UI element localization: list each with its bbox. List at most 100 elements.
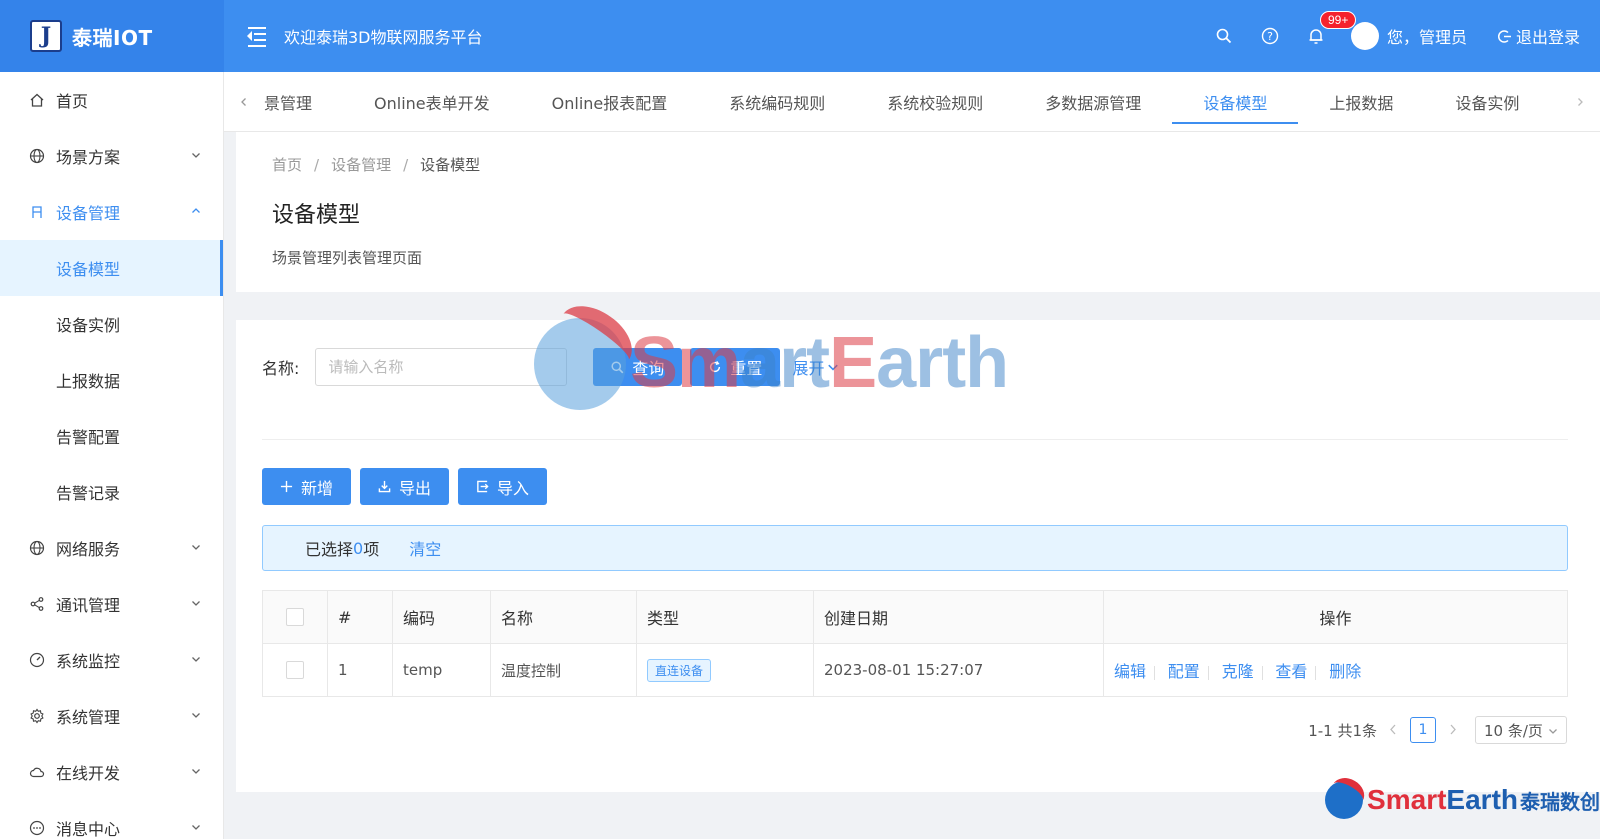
sidebar-item-label: 系统监控 — [56, 652, 121, 671]
sidebar-item-sysmgmt[interactable]: 系统管理 — [0, 688, 223, 744]
name-search-input[interactable] — [315, 348, 568, 386]
chevron-down-icon — [192, 657, 200, 662]
notification-bell-icon[interactable]: 99+ — [1293, 0, 1357, 72]
sidebar-item-message[interactable]: 消息中心 — [0, 800, 223, 839]
import-label: 导入 — [497, 478, 530, 498]
cell-date: 2023-08-01 15:27:07 — [813, 643, 1104, 697]
sidebar-sub-report-data[interactable]: 上报数据 — [0, 352, 223, 408]
tab-online-report[interactable]: Online报表配置 — [521, 72, 699, 132]
select-all-checkbox[interactable] — [286, 608, 304, 626]
breadcrumb: 首页 / 设备管理 / 设备模型 — [272, 154, 1600, 175]
selection-prefix: 已选择 — [305, 540, 354, 559]
sidebar-item-online-dev[interactable]: 在线开发 — [0, 744, 223, 800]
sidebar-item-monitor[interactable]: 系统监控 — [0, 632, 223, 688]
sidebar: 首页 场景方案 设备管理 设备模型 设备实例 上报数据 告警配置 告警记录 网络… — [0, 72, 224, 839]
chevron-down-icon — [192, 601, 200, 606]
dashboard-icon — [28, 651, 46, 669]
avatar[interactable] — [1350, 22, 1379, 50]
app-logo[interactable]: J 泰瑞IOT — [0, 0, 224, 72]
page-size-value: 10 条/页 — [1484, 721, 1543, 740]
page-size-select[interactable]: 10 条/页 — [1475, 716, 1567, 744]
chevron-up-icon — [192, 208, 200, 213]
page-item-current[interactable]: 1 — [1410, 717, 1436, 743]
tab-scene-mgmt[interactable]: 景管理 — [264, 72, 343, 132]
col-code: 编码 — [392, 590, 491, 644]
sidebar-item-device-mgmt[interactable]: 设备管理 — [0, 184, 223, 240]
sidebar-sub-device-instance[interactable]: 设备实例 — [0, 296, 223, 352]
welcome-text: 欢迎泰瑞3D物联网服务平台 — [284, 28, 483, 47]
menu-fold-icon[interactable] — [244, 24, 268, 48]
sidebar-sub-alarm-config[interactable]: 告警配置 — [0, 408, 223, 464]
view-link[interactable]: 查看 — [1275, 662, 1307, 681]
clone-link[interactable]: 克隆 — [1222, 662, 1254, 681]
sidebar-item-label: 首页 — [56, 92, 89, 111]
add-button[interactable]: 新增 — [262, 468, 352, 505]
breadcrumb-device-mgmt[interactable]: 设备管理 — [331, 154, 391, 175]
sidebar-sub-device-model[interactable]: 设备模型 — [0, 240, 223, 296]
tab-device-model[interactable]: 设备模型 — [1172, 72, 1299, 132]
breadcrumb-current: 设备模型 — [420, 156, 481, 174]
page-title: 设备模型 — [272, 203, 361, 228]
sidebar-item-label: 场景方案 — [56, 148, 121, 167]
tab-sys-code-rule[interactable]: 系统编码规则 — [698, 72, 856, 132]
help-icon[interactable]: ? — [1247, 0, 1293, 72]
query-label: 查询 — [632, 359, 665, 378]
row-checkbox[interactable] — [286, 661, 304, 679]
prev-page-icon[interactable] — [1389, 721, 1398, 739]
table-row: 1 temp 温度控制 直连设备 2023-08-01 15:27:07 编辑 … — [262, 643, 1568, 697]
config-link[interactable]: 配置 — [1168, 662, 1200, 681]
cell-index: 1 — [327, 643, 393, 697]
sidebar-item-home[interactable]: 首页 — [0, 72, 223, 128]
tab-scroll-left-icon[interactable] — [224, 72, 264, 132]
tab-online-form[interactable]: Online表单开发 — [343, 72, 521, 132]
sidebar-item-network[interactable]: 网络服务 — [0, 520, 223, 576]
cell-ops: 编辑 配置 克隆 查看 删除 — [1103, 643, 1568, 697]
device-icon — [28, 203, 46, 221]
reset-label: 重置 — [730, 359, 763, 378]
search-icon[interactable] — [1201, 0, 1247, 72]
sidebar-item-label: 系统管理 — [56, 708, 121, 727]
logout-button[interactable]: 退出登录 — [1497, 24, 1580, 48]
message-icon — [28, 819, 46, 837]
edit-link[interactable]: 编辑 — [1114, 662, 1146, 681]
export-button[interactable]: 导出 — [360, 468, 450, 505]
col-name: 名称 — [490, 590, 637, 644]
share-icon — [28, 595, 46, 613]
chevron-down-icon — [192, 545, 200, 550]
globe-icon — [28, 147, 46, 165]
tab-scroll-right-icon[interactable] — [1560, 72, 1600, 132]
clear-selection-link[interactable]: 清空 — [409, 536, 441, 560]
plus-icon — [280, 480, 293, 493]
sidebar-item-scene[interactable]: 场景方案 — [0, 128, 223, 184]
chevron-down-icon — [192, 153, 200, 158]
globe-icon — [28, 539, 46, 557]
user-name[interactable]: 您，管理员 — [1387, 24, 1467, 48]
delete-link[interactable]: 删除 — [1329, 662, 1361, 681]
tab-report-data[interactable]: 上报数据 — [1298, 72, 1424, 132]
tab-sys-check-rule[interactable]: 系统校验规则 — [856, 72, 1014, 132]
reset-button[interactable]: 重置 — [690, 348, 781, 386]
cell-code: temp — [392, 643, 491, 697]
reload-icon — [710, 360, 721, 373]
expand-label: 展开 — [792, 359, 825, 378]
tab-multi-datasource[interactable]: 多数据源管理 — [1014, 72, 1172, 132]
tab-bar: 景管理 Online表单开发 Online报表配置 系统编码规则 系统校验规则 … — [224, 72, 1600, 132]
next-page-icon[interactable] — [1448, 721, 1457, 739]
add-label: 新增 — [301, 478, 334, 498]
import-button[interactable]: 导入 — [458, 468, 548, 505]
tab-device-instance[interactable]: 设备实例 — [1424, 72, 1550, 132]
selection-suffix: 项 — [363, 540, 380, 559]
cloud-icon — [28, 763, 46, 781]
sidebar-item-comm[interactable]: 通讯管理 — [0, 576, 223, 632]
search-form: 名称: 查询 重置 展开 — [262, 348, 839, 386]
breadcrumb-home[interactable]: 首页 — [272, 154, 302, 175]
select-all-cell — [262, 590, 328, 644]
row-select-cell — [262, 643, 328, 697]
notification-badge: 99+ — [1319, 11, 1357, 29]
chevron-down-icon — [192, 825, 200, 830]
query-button[interactable]: 查询 — [593, 348, 683, 386]
sidebar-sub-alarm-record[interactable]: 告警记录 — [0, 464, 223, 520]
expand-link[interactable]: 展开 — [792, 355, 839, 379]
logo-mark: J — [30, 20, 62, 52]
type-tag: 直连设备 — [647, 658, 712, 682]
